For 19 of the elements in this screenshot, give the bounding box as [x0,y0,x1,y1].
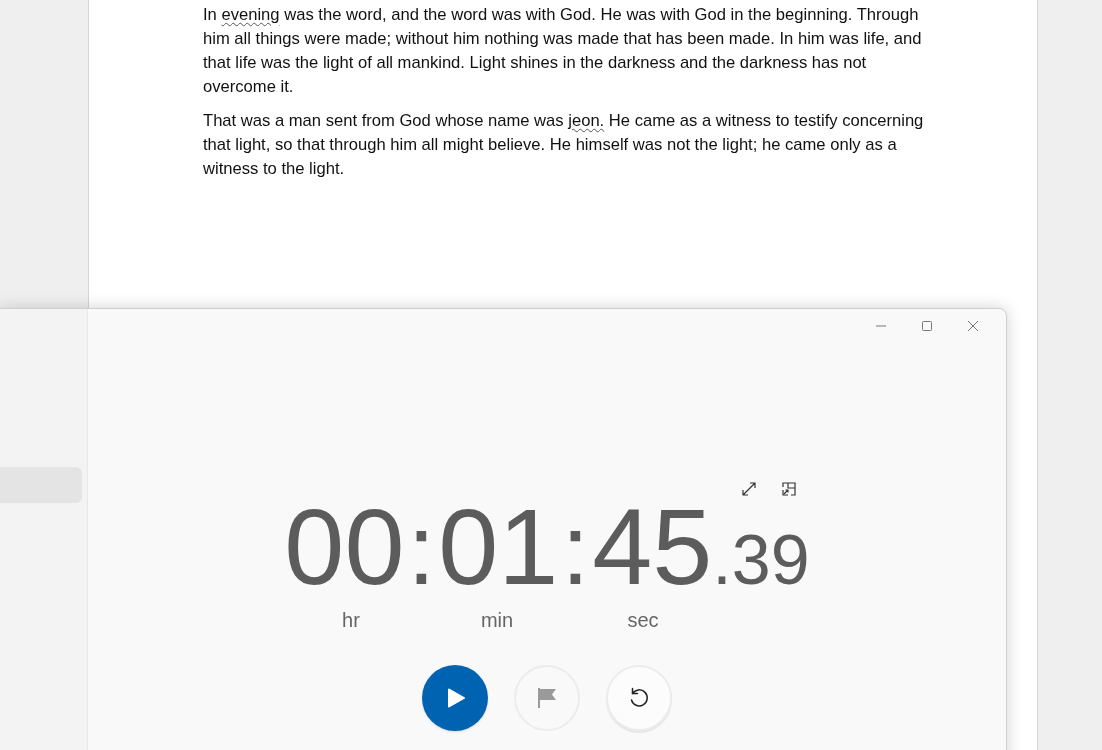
time-unit-label: hr [341,608,361,633]
paragraph: In evening was the word, and the word was with God. He was with God in the beginning. Through him all things were made; without him nothing was made that has been made. In him was life, and that life was the light of all mankind. Light shines in the darkness and the darkness has not overcome it. [203,4,923,98]
play-button[interactable] [422,665,488,731]
picture-in-picture-icon [781,481,797,497]
time-digits: 01 [438,493,559,601]
keep-on-top-button[interactable] [781,481,797,497]
paragraph: That was a man sent from God whose name was jeon. He came as a witness to testify concerning that light, so that through him all might believe. He himself was not the light; he came only as a witness to the light. [203,110,925,180]
time-unit-label: sec [626,608,660,633]
time-unit-label: min [479,608,515,633]
close-icon [967,320,979,332]
maximize-icon [921,320,933,332]
time-fraction: .39 [712,525,810,595]
time-digits: 45 [592,493,713,601]
expand-button[interactable] [741,481,757,497]
time-separator: : [406,499,437,599]
time-digits: 00 [284,493,405,601]
time-separator: : [560,499,591,599]
expand-icon [741,481,757,497]
flag-icon [535,686,559,710]
